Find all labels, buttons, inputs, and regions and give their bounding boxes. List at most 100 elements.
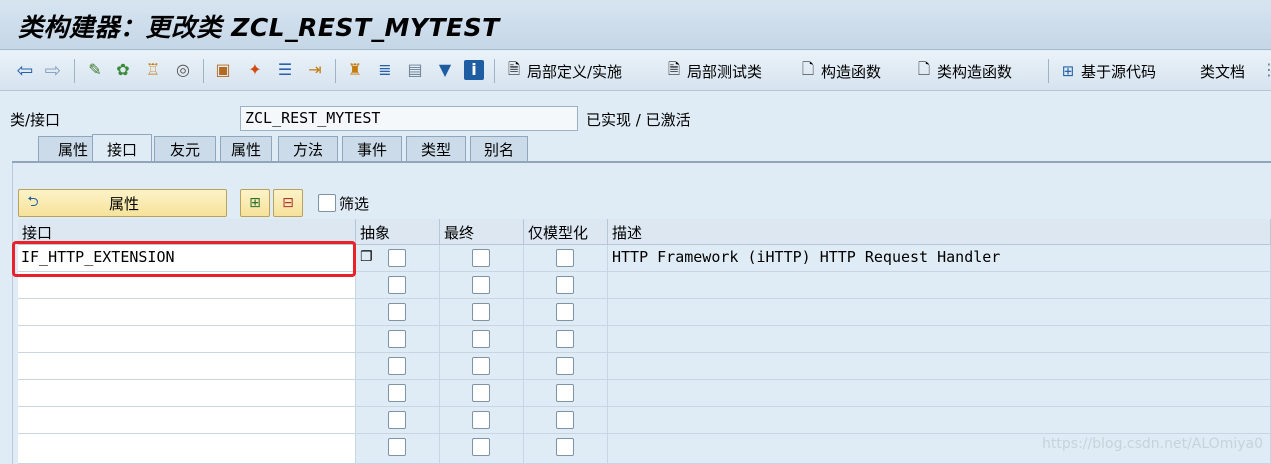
final-checkbox[interactable]	[472, 438, 490, 456]
tab-label: 类型	[420, 141, 451, 159]
abstract-checkbox[interactable]	[388, 411, 406, 429]
final-cell	[440, 245, 524, 272]
final-checkbox[interactable]	[472, 330, 490, 348]
abstract-checkbox[interactable]	[388, 249, 406, 267]
final-checkbox[interactable]	[472, 411, 490, 429]
redirect-icon[interactable]: ⇥	[304, 59, 326, 81]
tab-label: 事件	[356, 141, 387, 159]
navigate-icon: ⮌	[27, 194, 39, 210]
model-only-checkbox[interactable]	[556, 357, 574, 375]
model-only-cell	[524, 245, 608, 272]
final-checkbox[interactable]	[472, 357, 490, 375]
filter-checkbox[interactable]	[318, 194, 336, 212]
layout-icon[interactable]: ▤	[404, 59, 426, 81]
tab-label: 方法	[292, 141, 323, 159]
description-cell	[608, 380, 1271, 407]
magic-wand-icon[interactable]: ✦	[244, 59, 266, 81]
class-constructor-button[interactable]: 🗋 类构造函数	[914, 58, 1012, 84]
watermark: https://blog.csdn.net/ALOmiya0	[1042, 436, 1263, 452]
table-row	[18, 353, 1271, 380]
model-only-cell	[524, 299, 608, 326]
abstract-cell	[356, 434, 440, 464]
model-only-checkbox[interactable]	[556, 384, 574, 402]
activate-icon[interactable]: ♖	[142, 59, 164, 81]
interface-cell[interactable]	[18, 434, 356, 464]
final-checkbox[interactable]	[472, 249, 490, 267]
interface-cell[interactable]	[18, 407, 356, 434]
display-change-icon[interactable]: ✿	[112, 59, 134, 81]
delete-row-button[interactable]: ⊟	[273, 189, 303, 217]
abstract-cell	[356, 407, 440, 434]
model-only-checkbox[interactable]	[556, 438, 574, 456]
column-header-model-only[interactable]: 仅模型化	[524, 219, 608, 245]
insert-row-button[interactable]: ⊞	[240, 189, 270, 217]
final-checkbox[interactable]	[472, 276, 490, 294]
final-checkbox[interactable]	[472, 303, 490, 321]
title-bar: 类构建器：更改类 ZCL_REST_MYTEST	[0, 0, 1271, 50]
more-icon[interactable]: ⋮	[1258, 59, 1271, 81]
source-code-based-button[interactable]: ⊞ 基于源代码	[1058, 58, 1156, 84]
toolbar-separator	[203, 59, 204, 83]
attributes-button[interactable]: ⮌ 属性	[18, 189, 227, 217]
where-used-icon[interactable]: ◎	[172, 59, 194, 81]
tab-aliases[interactable]: 别名	[470, 136, 528, 162]
model-only-checkbox[interactable]	[556, 276, 574, 294]
interface-cell[interactable]	[18, 326, 356, 353]
model-only-checkbox[interactable]	[556, 411, 574, 429]
column-header-abstract[interactable]: 抽象	[356, 219, 440, 245]
local-test-classes-label: 局部测试类	[687, 62, 763, 81]
highlight-box	[12, 241, 356, 277]
abstract-checkbox[interactable]	[388, 438, 406, 456]
final-checkbox[interactable]	[472, 384, 490, 402]
final-cell	[440, 299, 524, 326]
column-header-description[interactable]: 描述	[608, 219, 1271, 245]
tab-methods[interactable]: 方法	[278, 136, 338, 162]
toolbar-separator	[74, 59, 75, 83]
model-only-checkbox[interactable]	[556, 249, 574, 267]
other-object-icon[interactable]: ✎	[84, 59, 106, 81]
class-name-field[interactable]: ZCL_REST_MYTEST	[240, 106, 578, 131]
local-test-classes-button[interactable]: 🗎 局部测试类	[664, 58, 762, 84]
constructor-button[interactable]: 🗋 构造函数	[798, 58, 881, 84]
tab-events[interactable]: 事件	[342, 136, 402, 162]
tab-interfaces[interactable]: 接口	[92, 134, 152, 163]
forward-arrow-icon[interactable]: ⇨	[42, 59, 64, 81]
model-only-cell	[524, 353, 608, 380]
tab-attributes[interactable]: 属性	[220, 136, 272, 162]
final-cell	[440, 407, 524, 434]
model-only-checkbox[interactable]	[556, 330, 574, 348]
column-header-final[interactable]: 最终	[440, 219, 524, 245]
filter-label: 筛选	[339, 195, 370, 213]
abstract-checkbox[interactable]	[388, 384, 406, 402]
interface-cell[interactable]	[18, 380, 356, 407]
tab-label: 接口	[106, 140, 137, 159]
abstract-cell	[356, 326, 440, 353]
delete-row-icon: ⊟	[282, 195, 294, 211]
filter-icon[interactable]: ▼	[434, 59, 456, 81]
copy-icon[interactable]: ❐	[360, 249, 373, 265]
info-icon[interactable]: i	[464, 60, 484, 80]
text-align-icon[interactable]: ≣	[374, 59, 396, 81]
document-icon: 🗎	[507, 59, 521, 78]
tab-label: 别名	[483, 141, 514, 159]
tab-friends[interactable]: 友元	[154, 136, 216, 162]
abstract-checkbox[interactable]	[388, 303, 406, 321]
model-only-cell	[524, 380, 608, 407]
model-only-checkbox[interactable]	[556, 303, 574, 321]
tab-types[interactable]: 类型	[406, 136, 466, 162]
object-list-icon[interactable]: ▣	[212, 59, 234, 81]
abstract-checkbox[interactable]	[388, 357, 406, 375]
local-definitions-button[interactable]: 🗎 局部定义/实施	[504, 58, 622, 84]
tab-label: 属性	[230, 141, 261, 159]
abstract-checkbox[interactable]	[388, 276, 406, 294]
model-only-cell	[524, 326, 608, 353]
class-documentation-button[interactable]: 类文档	[1200, 58, 1245, 84]
back-arrow-icon[interactable]: ⇦	[14, 59, 36, 81]
interface-cell[interactable]	[18, 353, 356, 380]
class-interface-label: 类/接口	[10, 111, 61, 129]
pretty-printer-icon[interactable]: ☰	[274, 59, 296, 81]
document-icon: 🗎	[667, 59, 681, 78]
abstract-checkbox[interactable]	[388, 330, 406, 348]
interface-cell[interactable]	[18, 299, 356, 326]
hierarchy-icon[interactable]: ♜	[344, 59, 366, 81]
